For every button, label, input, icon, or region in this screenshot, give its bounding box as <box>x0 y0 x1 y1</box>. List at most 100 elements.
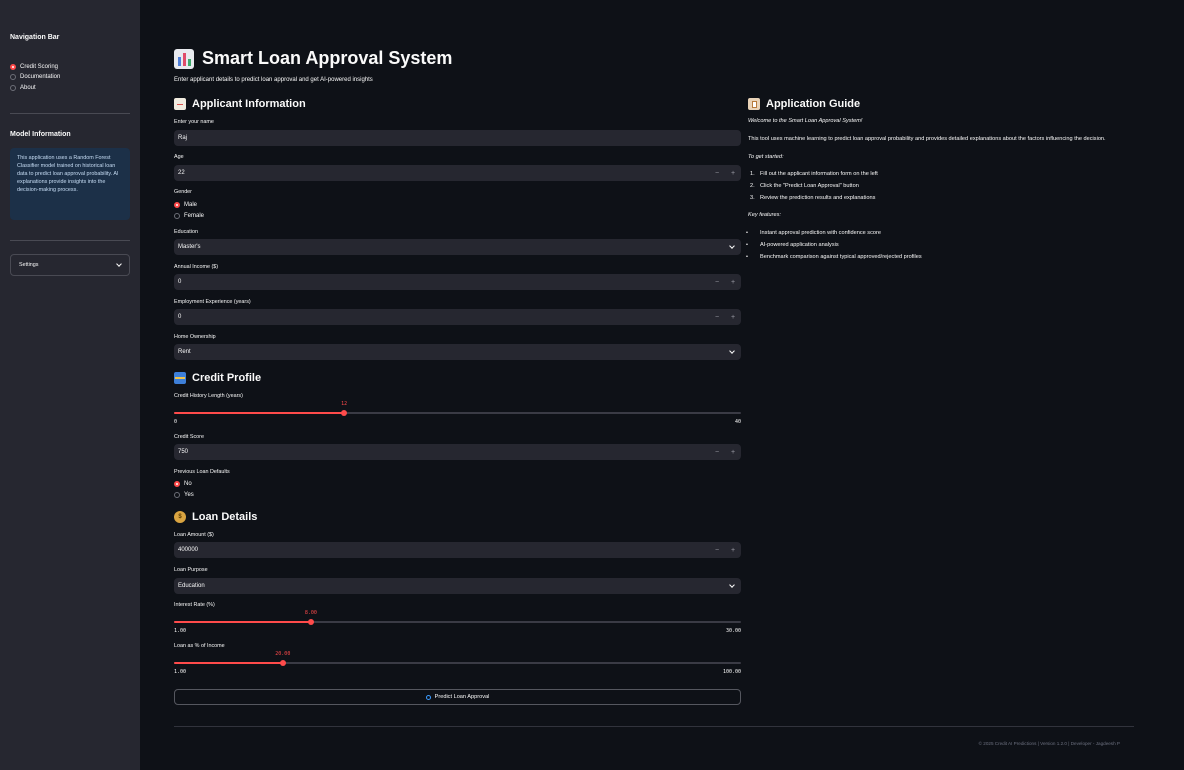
interest-rate-label: Interest Rate (%) <box>174 602 215 608</box>
nav-item-documentation[interactable]: Documentation <box>10 72 60 82</box>
slider-value: 12 <box>341 401 348 407</box>
loan-pct-income-slider[interactable]: 20.00 1.00 100.00 <box>174 651 741 684</box>
sidebar-divider <box>10 240 130 241</box>
decrement-button[interactable]: − <box>709 309 725 325</box>
gender-label: Gender <box>174 189 192 195</box>
bullet: • <box>746 230 748 236</box>
model-info-box: This application uses a Random Forest Cl… <box>10 148 130 220</box>
feature-text: Benchmark comparison against typical app… <box>760 254 922 260</box>
footer-text: © 2025 Credit AI Predictions | Version 1… <box>978 741 1120 746</box>
radio-label: Yes <box>184 491 194 498</box>
guide-intro: This tool uses machine learning to predi… <box>748 136 1106 142</box>
age-input[interactable]: 22 − + <box>174 165 741 181</box>
loan-section-heading: $ Loan Details <box>174 511 257 523</box>
nav-item-label: Documentation <box>20 74 61 80</box>
decrement-button[interactable]: − <box>709 444 725 460</box>
step-text: Fill out the applicant information form … <box>760 171 878 177</box>
slider-min: 0 <box>174 419 178 425</box>
credit-score-value: 750 <box>178 449 189 455</box>
guide-get-started: To get started: <box>748 154 784 160</box>
home-ownership-select[interactable]: Rent <box>174 344 741 360</box>
radio-icon <box>10 74 16 80</box>
increment-button[interactable]: + <box>725 542 741 558</box>
home-ownership-value: Rent <box>178 349 191 355</box>
name-value: Raj <box>178 135 188 141</box>
slider-thumb[interactable] <box>341 410 348 416</box>
memo-icon <box>174 98 186 110</box>
slider-thumb[interactable] <box>279 660 286 666</box>
gender-option-female[interactable]: Female <box>174 211 204 220</box>
loan-amount-value: 400000 <box>178 547 199 553</box>
decrement-button[interactable]: − <box>709 274 725 290</box>
feature-text: Instant approval prediction with confide… <box>760 230 881 236</box>
increment-button[interactable]: + <box>725 309 741 325</box>
slider-max: 40 <box>734 419 741 425</box>
income-value: 0 <box>178 279 182 285</box>
education-select[interactable]: Master's <box>174 239 741 255</box>
income-label: Annual Income ($) <box>174 264 219 270</box>
nav-item-label: About <box>20 85 36 91</box>
credit-score-label: Credit Score <box>174 434 204 440</box>
decrement-button[interactable]: − <box>709 542 725 558</box>
nav-item-credit-scoring[interactable]: Credit Scoring <box>10 62 58 72</box>
slider-thumb[interactable] <box>307 619 314 625</box>
loan-purpose-label: Loan Purpose <box>174 567 208 573</box>
bullet: • <box>746 254 748 260</box>
loan-amount-input[interactable]: 400000 − + <box>174 542 741 558</box>
nav-title: Navigation Bar <box>10 34 60 41</box>
guide-features-title: Key features: <box>748 212 781 218</box>
decrement-button[interactable]: − <box>709 165 725 181</box>
defaults-option-no[interactable]: No <box>174 479 192 488</box>
page-subtitle: Enter applicant details to predict loan … <box>174 77 373 83</box>
radio-label: Female <box>184 212 205 219</box>
income-input[interactable]: 0 − + <box>174 274 741 290</box>
radio-icon <box>174 491 180 498</box>
experience-value: 0 <box>178 314 182 320</box>
slider-value: 8.00 <box>304 610 317 616</box>
feature-text: AI-powered application analysis <box>760 242 839 248</box>
radio-label: Male <box>184 201 198 208</box>
credit-score-input[interactable]: 750 − + <box>174 444 741 460</box>
credit-card-icon <box>174 372 186 384</box>
education-label: Education <box>174 229 198 235</box>
increment-button[interactable]: + <box>725 165 741 181</box>
nav-item-about[interactable]: About <box>10 83 36 93</box>
radio-icon <box>10 85 16 91</box>
defaults-option-yes[interactable]: Yes <box>174 490 194 499</box>
step-text: Review the prediction results and explan… <box>760 195 876 201</box>
settings-label: Settings <box>19 262 39 268</box>
bar-chart-icon <box>174 48 194 69</box>
education-value: Master's <box>178 244 201 250</box>
slider-min: 1.00 <box>174 628 187 634</box>
slider-min: 1.00 <box>174 669 187 675</box>
defaults-label: Previous Loan Defaults <box>174 469 230 475</box>
increment-button[interactable]: + <box>725 444 741 460</box>
experience-label: Employment Experience (years) <box>174 299 251 305</box>
slider-value: 20.00 <box>275 651 291 657</box>
clipboard-icon <box>748 98 760 110</box>
slider-fill <box>174 662 283 664</box>
gender-option-male[interactable]: Male <box>174 200 197 209</box>
slider-max: 30.00 <box>725 628 741 634</box>
predict-loan-approval-button[interactable]: Predict Loan Approval <box>174 689 741 705</box>
magnifier-icon <box>425 694 431 700</box>
radio-selected-icon <box>174 480 180 487</box>
sidebar-divider <box>10 113 130 114</box>
section-title: Application Guide <box>766 98 861 110</box>
credit-history-slider[interactable]: 12 0 40 <box>174 401 741 434</box>
section-title: Loan Details <box>192 511 258 523</box>
predict-button-label: Predict Loan Approval <box>434 694 490 700</box>
loan-amount-label: Loan Amount ($) <box>174 532 214 538</box>
experience-input[interactable]: 0 − + <box>174 309 741 325</box>
page-title: Smart Loan Approval System <box>202 48 453 68</box>
loan-purpose-value: Education <box>178 583 205 589</box>
radio-selected-icon <box>10 64 16 70</box>
interest-rate-slider[interactable]: 8.00 1.00 30.00 <box>174 610 741 643</box>
increment-button[interactable]: + <box>725 274 741 290</box>
settings-expander[interactable]: Settings <box>10 254 130 276</box>
credit-section-heading: Credit Profile <box>174 372 261 384</box>
footer-divider <box>174 726 1134 727</box>
applicant-section-heading: Applicant Information <box>174 98 306 110</box>
name-input[interactable]: Raj <box>174 130 741 146</box>
loan-purpose-select[interactable]: Education <box>174 578 741 594</box>
